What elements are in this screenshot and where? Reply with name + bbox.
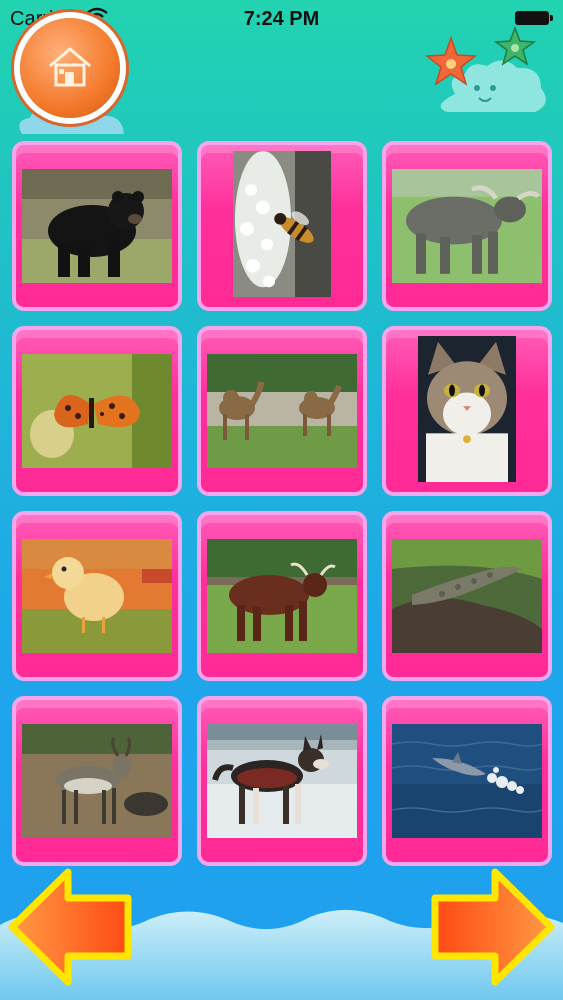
butterfly-image: [22, 354, 172, 468]
camel-image: [207, 354, 357, 468]
dog-image: [207, 724, 357, 838]
tile-cow[interactable]: [197, 511, 367, 681]
bear-image: [22, 169, 172, 283]
left-arrow-icon: [8, 868, 132, 986]
tile-chick[interactable]: [12, 511, 182, 681]
next-button[interactable]: [431, 868, 555, 986]
home-area: [14, 18, 125, 138]
tile-crocodile[interactable]: [382, 511, 552, 681]
home-button[interactable]: [20, 18, 120, 118]
bee-image: [233, 151, 331, 297]
house-icon: [49, 47, 91, 87]
right-arrow-icon: [431, 868, 555, 986]
tile-deer[interactable]: [12, 696, 182, 866]
tile-buffalo[interactable]: [382, 141, 552, 311]
tile-butterfly[interactable]: [12, 326, 182, 496]
tile-camel[interactable]: [197, 326, 367, 496]
green-flower-icon: [493, 26, 537, 66]
tile-bear[interactable]: [12, 141, 182, 311]
tile-dog[interactable]: [197, 696, 367, 866]
tile-dolphin[interactable]: [382, 696, 552, 866]
dolphin-image: [392, 724, 542, 838]
animal-grid: [12, 141, 552, 866]
chick-image: [22, 539, 172, 653]
decoration-flowers-cloud: [425, 26, 546, 112]
crocodile-image: [392, 539, 542, 653]
battery-icon: [515, 11, 553, 25]
deer-image: [22, 724, 172, 838]
cat-image: [418, 336, 516, 482]
tile-bee[interactable]: [197, 141, 367, 311]
buffalo-image: [392, 169, 542, 283]
cow-image: [207, 539, 357, 653]
previous-button[interactable]: [8, 868, 132, 986]
tile-cat[interactable]: [382, 326, 552, 496]
